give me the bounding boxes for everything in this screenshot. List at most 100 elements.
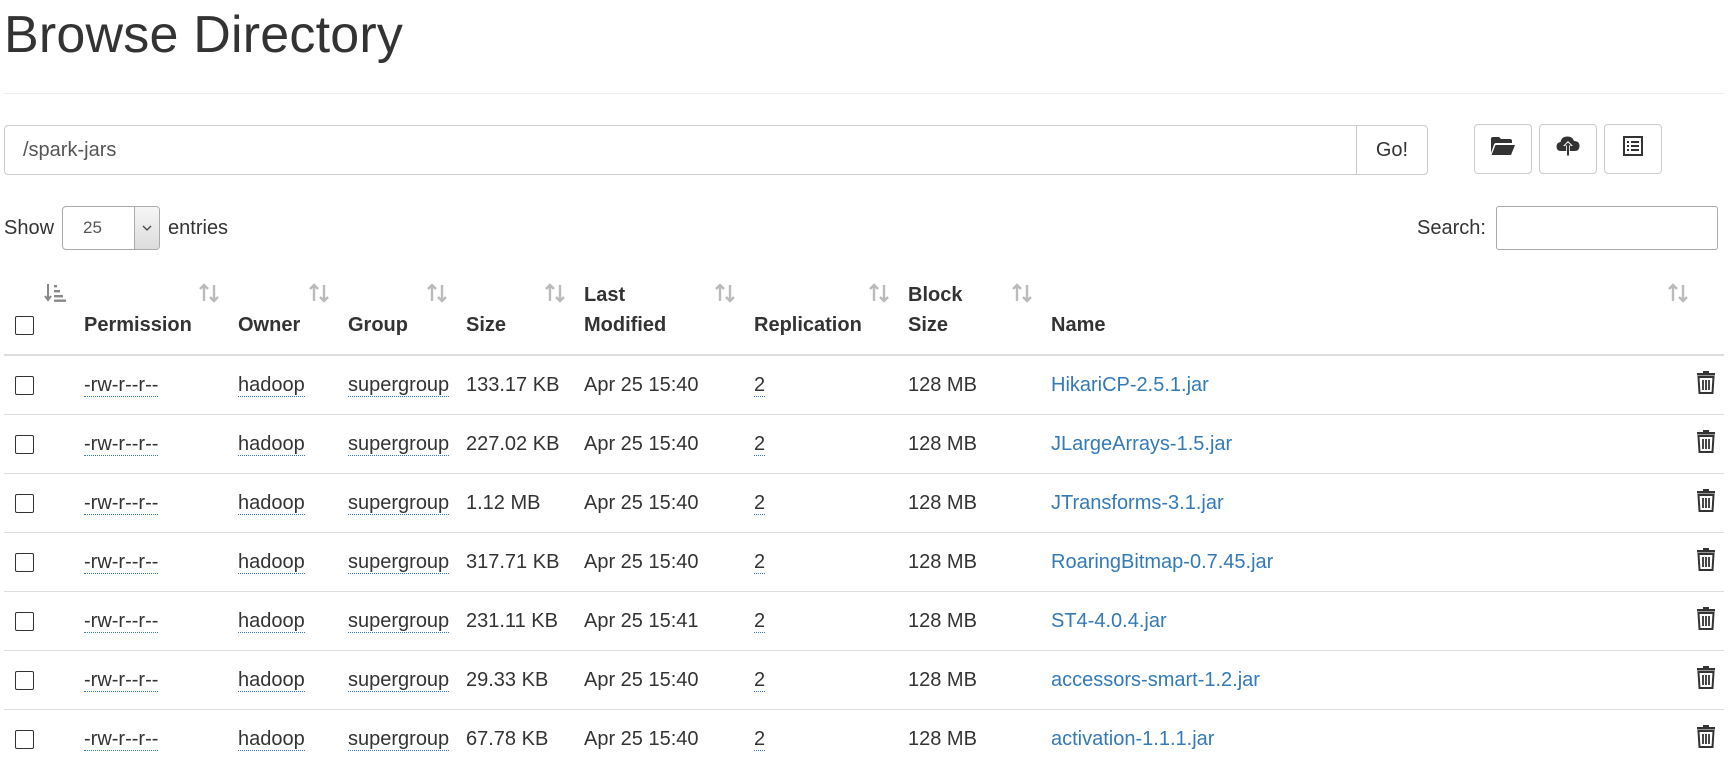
table-row: -rw-r--r-- hadoop supergroup 133.17 KB A… [4,355,1724,415]
permission-value[interactable]: -rw-r--r-- [84,669,158,692]
header-permission-label: Permission [84,314,192,336]
owner-value[interactable]: hadoop [238,610,305,633]
replication-value[interactable]: 2 [754,374,765,397]
header-block-size-label: Block Size [908,280,978,340]
trash-icon[interactable] [1696,370,1716,400]
replication-value[interactable]: 2 [754,551,765,574]
file-name-link[interactable]: JLargeArrays-1.5.jar [1051,433,1232,455]
header-block-size[interactable]: Block Size [900,270,1043,355]
header-replication[interactable]: Replication [746,270,900,355]
permission-value[interactable]: -rw-r--r-- [84,492,158,515]
search-input[interactable] [1496,206,1718,250]
replication-value[interactable]: 2 [754,728,765,751]
file-name-link[interactable]: accessors-smart-1.2.jar [1051,669,1260,691]
block-size-value: 128 MB [900,415,1043,474]
chevron-down-icon [134,207,159,249]
block-size-value: 128 MB [900,710,1043,768]
table-row: -rw-r--r-- hadoop supergroup 29.33 KB Ap… [4,651,1724,710]
replication-value[interactable]: 2 [754,610,765,633]
header-group[interactable]: Group [340,270,458,355]
row-checkbox[interactable] [15,494,34,513]
group-value[interactable]: supergroup [348,433,449,456]
owner-value[interactable]: hadoop [238,433,305,456]
header-size[interactable]: Size [458,270,576,355]
trash-icon[interactable] [1696,488,1716,518]
group-value[interactable]: supergroup [348,728,449,751]
size-value: 29.33 KB [458,651,576,710]
table-header-row: Permission Owner Group Size Last Modifie… [4,270,1724,355]
header-owner[interactable]: Owner [230,270,340,355]
trash-icon[interactable] [1696,724,1716,754]
size-value: 1.12 MB [458,474,576,533]
sort-icon [198,282,220,312]
sort-ascending-icon [44,282,66,312]
owner-value[interactable]: hadoop [238,374,305,397]
size-value: 67.78 KB [458,710,576,768]
entries-select-value: 25 [63,207,134,249]
select-all-checkbox[interactable] [15,316,34,335]
page-title: Browse Directory [4,4,403,66]
owner-value[interactable]: hadoop [238,492,305,515]
permission-value[interactable]: -rw-r--r-- [84,610,158,633]
trash-icon[interactable] [1696,665,1716,695]
table-search: Search: [1417,206,1718,250]
permission-value[interactable]: -rw-r--r-- [84,374,158,397]
last-modified-value: Apr 25 15:41 [576,592,746,651]
row-checkbox[interactable] [15,730,34,749]
trash-icon[interactable] [1696,547,1716,577]
permission-value[interactable]: -rw-r--r-- [84,551,158,574]
group-value[interactable]: supergroup [348,492,449,515]
toolbar [1474,124,1662,174]
replication-value[interactable]: 2 [754,492,765,515]
group-value[interactable]: supergroup [348,551,449,574]
last-modified-value: Apr 25 15:40 [576,355,746,415]
owner-value[interactable]: hadoop [238,728,305,751]
row-checkbox[interactable] [15,376,34,395]
size-value: 227.02 KB [458,415,576,474]
permission-value[interactable]: -rw-r--r-- [84,728,158,751]
block-size-value: 128 MB [900,355,1043,415]
last-modified-value: Apr 25 15:40 [576,533,746,592]
row-checkbox[interactable] [15,553,34,572]
last-modified-value: Apr 25 15:40 [576,474,746,533]
group-value[interactable]: supergroup [348,374,449,397]
table-row: -rw-r--r-- hadoop supergroup 317.71 KB A… [4,533,1724,592]
select-all-header[interactable] [4,270,76,355]
sort-icon [714,282,736,312]
replication-value[interactable]: 2 [754,669,765,692]
row-checkbox[interactable] [15,435,34,454]
group-value[interactable]: supergroup [348,610,449,633]
block-size-value: 128 MB [900,474,1043,533]
sort-icon [308,282,330,312]
table-row: -rw-r--r-- hadoop supergroup 231.11 KB A… [4,592,1724,651]
trash-icon[interactable] [1696,606,1716,636]
permission-value[interactable]: -rw-r--r-- [84,433,158,456]
cut-paste-button[interactable] [1604,124,1662,174]
row-checkbox[interactable] [15,612,34,631]
go-button[interactable]: Go! [1356,125,1428,175]
header-replication-label: Replication [754,314,862,336]
row-checkbox[interactable] [15,671,34,690]
upload-files-button[interactable] [1539,124,1597,174]
header-last-modified[interactable]: Last Modified [576,270,746,355]
file-name-link[interactable]: ST4-4.0.4.jar [1051,610,1167,632]
group-value[interactable]: supergroup [348,669,449,692]
header-last-modified-label: Last Modified [584,280,674,340]
create-directory-button[interactable] [1474,124,1532,174]
file-name-link[interactable]: RoaringBitmap-0.7.45.jar [1051,551,1273,573]
header-permission[interactable]: Permission [76,270,230,355]
path-input[interactable] [4,125,1356,175]
trash-icon[interactable] [1696,429,1716,459]
block-size-value: 128 MB [900,592,1043,651]
header-owner-label: Owner [238,314,300,336]
replication-value[interactable]: 2 [754,433,765,456]
open-folder-icon [1490,135,1516,163]
file-name-link[interactable]: activation-1.1.1.jar [1051,728,1214,750]
last-modified-value: Apr 25 15:40 [576,710,746,768]
owner-value[interactable]: hadoop [238,551,305,574]
file-name-link[interactable]: JTransforms-3.1.jar [1051,492,1224,514]
entries-select[interactable]: 25 [62,206,160,250]
file-name-link[interactable]: HikariCP-2.5.1.jar [1051,374,1209,396]
owner-value[interactable]: hadoop [238,669,305,692]
header-name[interactable]: Name [1043,270,1513,355]
